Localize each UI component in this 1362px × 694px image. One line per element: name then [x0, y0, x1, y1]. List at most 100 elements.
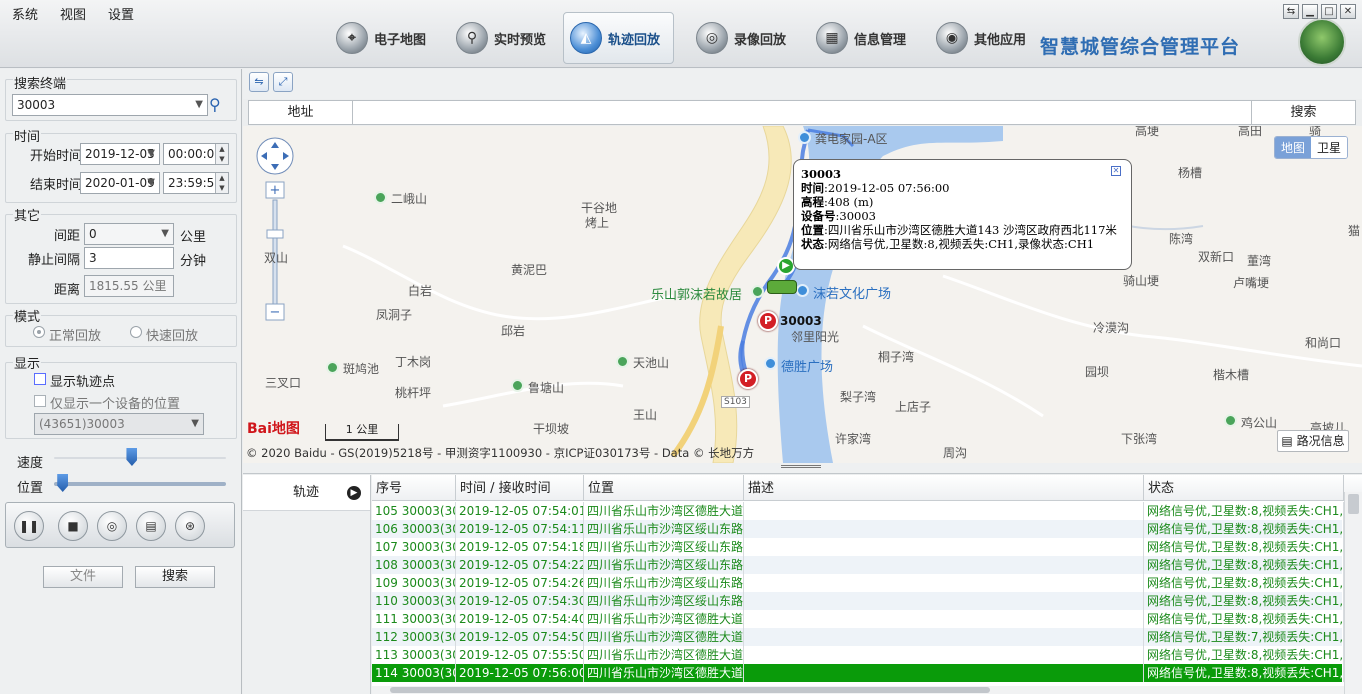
poi-marker-icon[interactable]	[616, 355, 629, 368]
menu-settings[interactable]: 设置	[108, 4, 134, 26]
nav-track-playback[interactable]: ◭ 轨迹回放	[563, 12, 674, 64]
layer-toggle-icon[interactable]: ⇋	[249, 72, 269, 92]
show-one-label: 仅显示一个设备的位置	[50, 397, 181, 412]
map-place: 陈湾	[1169, 232, 1194, 246]
poi-marker-icon[interactable]	[751, 285, 764, 298]
map-place: 沫若文化广场	[813, 287, 892, 302]
poi-marker-icon[interactable]	[796, 284, 809, 297]
end-time-stepper[interactable]: 23:59:59 ▲ ▼	[163, 172, 229, 194]
poi-marker-icon[interactable]	[374, 191, 387, 204]
end-date-picker[interactable]: 2020-01-09 ▼	[80, 172, 160, 194]
file-button[interactable]: 文件	[43, 566, 123, 588]
table-cell-id: 110 30003(300	[372, 592, 456, 610]
close-icon[interactable]: ✕	[1111, 166, 1121, 176]
table-cell-status: 网络信号优,卫星数:8,视频丢失:CH1,录	[1144, 520, 1344, 538]
col-time[interactable]: 时间 / 接收时间	[456, 475, 584, 501]
fullscreen-icon[interactable]: ⤢	[273, 72, 293, 92]
scroll-thumb[interactable]	[1348, 494, 1359, 514]
minimize-icon[interactable]: ▁	[1302, 4, 1318, 19]
show-one-checkbox[interactable]	[34, 395, 46, 407]
map-toolbar: ⇋ ⤢	[243, 69, 1362, 99]
app-logo	[1298, 18, 1346, 66]
search-button[interactable]: 搜索	[135, 566, 215, 588]
address-search-button[interactable]: 搜索	[1251, 101, 1355, 124]
spin-arrows-icon[interactable]: ▲ ▼	[215, 173, 228, 193]
address-input[interactable]	[354, 101, 1250, 124]
close-icon[interactable]: ✕	[1340, 4, 1356, 19]
table-row[interactable]: 110 30003(3002019-12-05 07:54:30四川省乐山市沙湾…	[372, 592, 1344, 610]
map-place: 邱岩	[501, 324, 526, 338]
speed-slider-thumb[interactable]	[126, 448, 138, 466]
restore-icon[interactable]: ⇆	[1283, 4, 1299, 19]
mode-normal-radio[interactable]	[33, 326, 45, 338]
parking-marker-icon[interactable]: P	[738, 369, 758, 389]
spin-arrows-icon[interactable]: ▲ ▼	[215, 144, 228, 164]
show-points-label: 显示轨迹点	[50, 375, 116, 390]
nav-video-playback[interactable]: ◎ 录像回放	[690, 12, 792, 64]
map-place: 龚电家园-A区	[815, 132, 888, 146]
locate-button[interactable]: ⊛	[175, 511, 205, 541]
table-row[interactable]: 105 30003(3002019-12-05 07:54:01四川省乐山市沙湾…	[372, 502, 1344, 520]
stop-button[interactable]: ■	[58, 511, 88, 541]
table-row[interactable]: 108 30003(3002019-12-05 07:54:22四川省乐山市沙湾…	[372, 556, 1344, 574]
map-place: 周沟	[943, 446, 968, 460]
map-place: 冷漠沟	[1093, 321, 1130, 335]
table-row[interactable]: 112 30003(3002019-12-05 07:54:50四川省乐山市沙湾…	[372, 628, 1344, 646]
vertical-scrollbar[interactable]	[1344, 492, 1362, 694]
table-row[interactable]: 107 30003(3002019-12-05 07:54:18四川省乐山市沙湾…	[372, 538, 1344, 556]
interval-select[interactable]: 0 ▼	[84, 223, 174, 245]
panel-splitter[interactable]	[243, 463, 1362, 474]
table-row[interactable]: 113 30003(3002019-12-05 07:55:50四川省乐山市沙湾…	[372, 646, 1344, 664]
parking-marker-icon[interactable]: P	[758, 311, 778, 331]
poi-marker-icon[interactable]	[798, 131, 811, 144]
menu-system[interactable]: 系统	[12, 4, 38, 26]
position-slider-thumb[interactable]	[57, 474, 69, 492]
pause-button[interactable]: ❚❚	[14, 511, 44, 541]
terminal-select[interactable]: 30003 ▼	[12, 94, 208, 116]
table-row[interactable]: 114 30003(3002019-12-05 07:56:00四川省乐山市沙湾…	[372, 664, 1344, 682]
target-clear-button[interactable]: ◎	[97, 511, 127, 541]
map-view[interactable]: + − 龚电家园-A区 二峨山 干谷地 烤上 黄泥巴 白岩 凤洞子 邱岩 丁木岗…	[243, 126, 1362, 463]
col-status[interactable]: 状态	[1144, 475, 1344, 501]
poi-marker-icon[interactable]	[511, 379, 524, 392]
position-slider[interactable]	[54, 482, 226, 486]
speed-slider[interactable]	[54, 457, 226, 459]
poi-marker-icon[interactable]	[1224, 414, 1237, 427]
map-type-map[interactable]: 地图	[1275, 137, 1312, 158]
start-date-picker[interactable]: 2019-12-05 ▼	[80, 143, 160, 165]
table-cell-time: 2019-12-05 07:54:26	[456, 574, 584, 592]
nav-other-apps[interactable]: ◉ 其他应用	[930, 12, 1032, 64]
chevron-right-icon[interactable]: ▶	[347, 486, 361, 500]
horizontal-scrollbar[interactable]	[372, 686, 1344, 694]
search-icon[interactable]: ⚲	[209, 95, 221, 114]
col-description[interactable]: 描述	[744, 475, 1144, 501]
poi-marker-icon[interactable]	[326, 361, 339, 374]
mode-fast-radio[interactable]	[130, 326, 142, 338]
start-time-stepper[interactable]: 00:00:00 ▲ ▼	[163, 143, 229, 165]
col-index[interactable]: 序号	[372, 475, 456, 501]
col-position[interactable]: 位置	[584, 475, 744, 501]
map-place: 双新口	[1198, 250, 1235, 264]
menu-view[interactable]: 视图	[60, 4, 86, 26]
traffic-info-button[interactable]: ▤ 路况信息	[1277, 430, 1349, 452]
poi-marker-icon[interactable]	[764, 357, 777, 370]
chevron-down-icon: ▼	[147, 177, 155, 188]
maximize-icon[interactable]: □	[1321, 4, 1337, 19]
table-row[interactable]: 106 30003(3002019-12-05 07:54:11四川省乐山市沙湾…	[372, 520, 1344, 538]
show-points-checkbox[interactable]	[34, 373, 46, 385]
scroll-thumb[interactable]	[390, 687, 990, 693]
menu-bar: 系统 视图 设置	[0, 0, 330, 26]
nav-info-management[interactable]: ▦ 信息管理	[810, 12, 912, 64]
nav-live-preview[interactable]: ⚲ 实时预览	[450, 12, 552, 64]
map-place: 高田	[1238, 126, 1263, 138]
vehicle-car-icon[interactable]	[767, 280, 797, 294]
still-interval-input[interactable]: 3	[84, 247, 174, 269]
vehicle-label: 30003	[780, 314, 822, 328]
table-row[interactable]: 109 30003(3002019-12-05 07:54:26四川省乐山市沙湾…	[372, 574, 1344, 592]
track-list-header[interactable]: 轨迹 ▶	[243, 475, 370, 511]
nav-e-map[interactable]: ⌖ 电子地图	[330, 12, 432, 64]
export-excel-button[interactable]: ▤	[136, 511, 166, 541]
device-select[interactable]: (43651)30003 ▼	[34, 413, 204, 435]
map-type-satellite[interactable]: 卫星	[1311, 137, 1348, 158]
table-row[interactable]: 111 30003(3002019-12-05 07:54:40四川省乐山市沙湾…	[372, 610, 1344, 628]
